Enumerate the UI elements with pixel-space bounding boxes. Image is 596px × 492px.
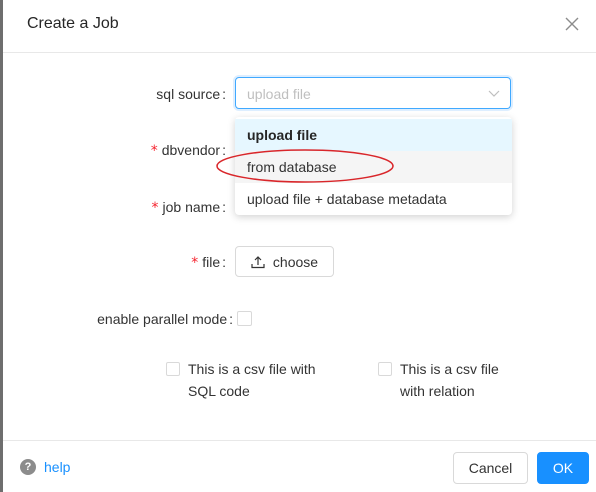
close-button[interactable] (560, 12, 584, 36)
dbvendor-label-text: dbvendor (161, 142, 221, 158)
required-mark: * (150, 143, 158, 159)
csv-relation-label: This is a csv file with relation (400, 358, 499, 402)
colon: : (222, 254, 226, 270)
file-label: * file: (153, 254, 226, 271)
parallel-mode-checkbox[interactable] (237, 311, 252, 326)
dialog-header: Create a Job (3, 0, 596, 53)
sql-source-label: sql source: (103, 86, 226, 102)
option-upload-file[interactable]: upload file (235, 119, 512, 151)
sql-source-select[interactable]: upload file (235, 77, 511, 109)
ok-button[interactable]: OK (537, 452, 589, 484)
required-mark: * (191, 255, 199, 271)
csv-sql-code-label: This is a csv file with SQL code (188, 358, 316, 402)
parallel-mode-label-text: enable parallel mode (97, 311, 228, 327)
colon: : (222, 199, 226, 215)
colon: : (222, 86, 226, 102)
question-circle-icon[interactable]: ? (20, 459, 36, 475)
csv-relation-checkbox[interactable] (378, 362, 392, 376)
choose-file-button[interactable]: choose (235, 246, 334, 277)
chevron-down-icon (488, 90, 500, 97)
csv-relation-label-line1: This is a csv file (400, 361, 499, 377)
file-label-text: file (202, 254, 221, 270)
dbvendor-label: * dbvendor: (123, 142, 226, 159)
job-name-label: * job name: (123, 199, 226, 216)
choose-button-label: choose (272, 253, 319, 270)
csv-sql-code-checkbox[interactable] (166, 362, 180, 376)
dialog-title: Create a Job (27, 15, 119, 32)
required-mark: * (151, 200, 159, 216)
job-name-label-text: job name (162, 199, 221, 215)
upload-icon (251, 255, 265, 268)
csv-sql-code-label-line2: SQL code (188, 383, 250, 399)
cancel-button[interactable]: Cancel (453, 452, 528, 484)
option-upload-file-database-metadata[interactable]: upload file + database metadata (235, 183, 512, 215)
sql-source-dropdown: upload file from database upload file + … (235, 117, 512, 215)
colon: : (222, 142, 226, 158)
sql-source-selected-value: upload file (247, 86, 311, 102)
close-icon (565, 17, 579, 31)
csv-sql-code-label-line1: This is a csv file with (188, 361, 316, 377)
create-job-dialog: Create a Job sql source: upload file upl… (0, 0, 596, 492)
option-from-database[interactable]: from database (235, 151, 512, 183)
colon: : (229, 311, 233, 327)
sql-source-label-text: sql source (156, 86, 221, 102)
parallel-mode-label: enable parallel mode: (63, 311, 233, 327)
csv-relation-label-line2: with relation (400, 383, 475, 399)
help-link[interactable]: help (44, 459, 70, 475)
